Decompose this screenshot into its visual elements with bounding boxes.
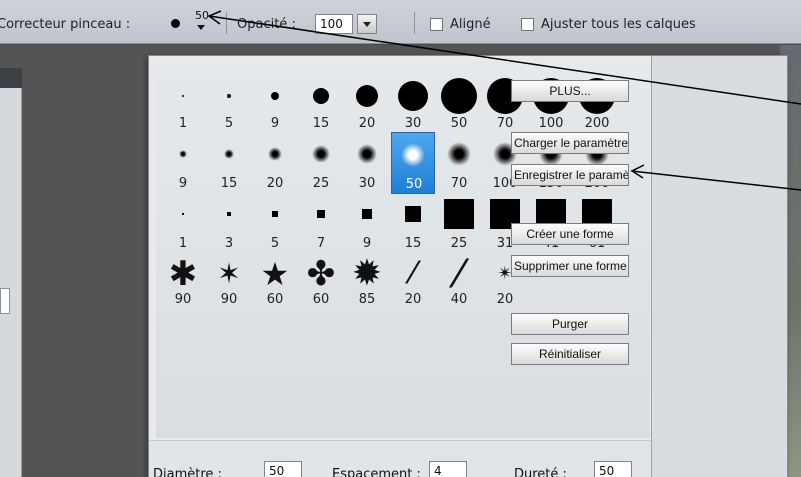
annotation-arrows <box>207 10 801 191</box>
arrow-line-brush <box>631 170 801 191</box>
arrow-line-toolbar <box>208 15 801 105</box>
